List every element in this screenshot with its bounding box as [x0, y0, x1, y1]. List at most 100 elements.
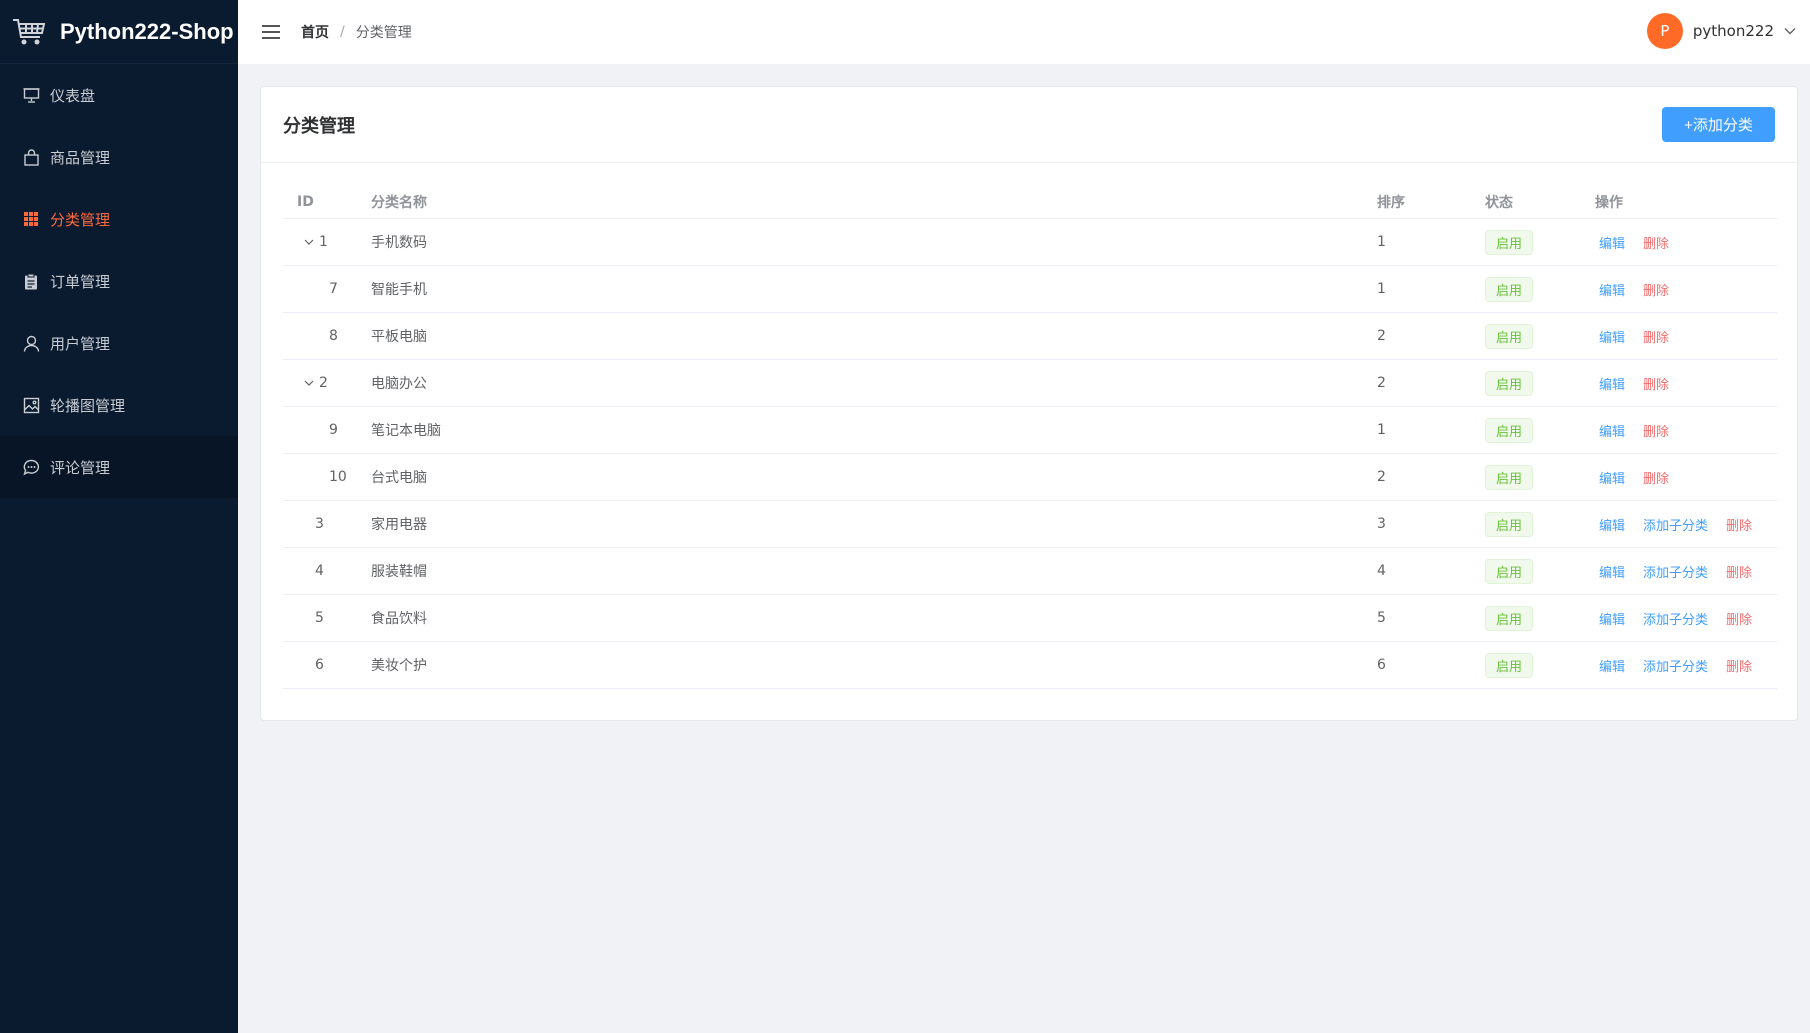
edit-button[interactable]: 编辑: [1599, 374, 1625, 393]
sidebar-item-orders[interactable]: 订单管理: [0, 250, 238, 312]
cell-id-value: 1: [319, 234, 328, 250]
status-badge: 启用: [1485, 229, 1533, 255]
add-child-button[interactable]: 添加子分类: [1643, 656, 1708, 675]
logo[interactable]: Python222-Shop: [0, 0, 238, 64]
add-child-button[interactable]: 添加子分类: [1643, 515, 1708, 534]
delete-button[interactable]: 删除: [1643, 468, 1669, 487]
edit-button[interactable]: 编辑: [1599, 327, 1625, 346]
chevron-down-icon[interactable]: [1784, 27, 1796, 35]
sidebar-item-categories[interactable]: 分类管理: [0, 188, 238, 250]
cell-actions: 编辑 删除: [1595, 454, 1687, 500]
cell-sort: 4: [1377, 563, 1386, 579]
table-body: 1 手机数码 1 启用 编辑 删除 7 智能手机 1 启用 编辑 删除 8 平板电脑 2 启用 编辑 删除 2 电脑办…: [283, 219, 1777, 689]
delete-button[interactable]: 删除: [1643, 233, 1669, 252]
sidebar: Python222-Shop 仪表盘 商品管理 分类管理 订单管理 用户管理 轮…: [0, 0, 238, 1033]
table-row: 9 笔记本电脑 1 启用 编辑 删除: [283, 407, 1777, 454]
table-row: 4 服装鞋帽 4 启用 编辑 添加子分类 删除: [283, 548, 1777, 595]
breadcrumb-separator: /: [340, 24, 345, 40]
cell-status: 启用: [1485, 642, 1533, 688]
chat-icon: [22, 458, 40, 476]
column-header-id: ID: [297, 193, 314, 210]
cell-id: 7: [297, 266, 367, 312]
status-badge: 启用: [1485, 464, 1533, 490]
delete-button[interactable]: 删除: [1643, 280, 1669, 299]
status-badge: 启用: [1485, 511, 1533, 537]
status-badge: 启用: [1485, 276, 1533, 302]
cell-id: 3: [297, 501, 367, 547]
sidebar-item-users[interactable]: 用户管理: [0, 312, 238, 374]
sidebar-item-comments[interactable]: 评论管理: [0, 436, 238, 498]
top-header: 首页 / 分类管理 P python222: [238, 0, 1810, 64]
expand-chevron-icon[interactable]: [302, 235, 316, 249]
delete-button[interactable]: 删除: [1643, 327, 1669, 346]
add-category-button[interactable]: +添加分类: [1662, 107, 1775, 142]
status-badge: 启用: [1485, 417, 1533, 443]
sidebar-item-dashboard[interactable]: 仪表盘: [0, 64, 238, 126]
column-header-sort: 排序: [1377, 194, 1405, 211]
edit-button[interactable]: 编辑: [1599, 656, 1625, 675]
card-header: 分类管理 +添加分类: [261, 87, 1797, 163]
shopping-cart-icon: [13, 18, 46, 44]
add-child-button[interactable]: 添加子分类: [1643, 562, 1708, 581]
delete-button[interactable]: 删除: [1726, 562, 1752, 581]
category-card: 分类管理 +添加分类 ID 分类名称 排序 状态 操作 1 手机数码 1 启用 编辑 删除…: [260, 86, 1798, 721]
cell-actions: 编辑 删除: [1595, 407, 1687, 453]
delete-button[interactable]: 删除: [1726, 656, 1752, 675]
sidebar-item-label: 轮播图管理: [50, 396, 126, 415]
status-badge: 启用: [1485, 605, 1533, 631]
cell-sort: 6: [1377, 657, 1386, 673]
delete-button[interactable]: 删除: [1643, 374, 1669, 393]
cell-id-value: 10: [329, 469, 347, 485]
sidebar-item-products[interactable]: 商品管理: [0, 126, 238, 188]
cell-id-value: 4: [315, 563, 324, 579]
cell-id: 9: [297, 407, 367, 453]
table-row: 7 智能手机 1 启用 编辑 删除: [283, 266, 1777, 313]
table-row: 2 电脑办公 2 启用 编辑 删除: [283, 360, 1777, 407]
edit-button[interactable]: 编辑: [1599, 609, 1625, 628]
cell-status: 启用: [1485, 454, 1533, 500]
cell-sort: 2: [1377, 375, 1386, 391]
breadcrumb-home[interactable]: 首页: [301, 22, 329, 42]
table-row: 5 食品饮料 5 启用 编辑 添加子分类 删除: [283, 595, 1777, 642]
edit-button[interactable]: 编辑: [1599, 233, 1625, 252]
avatar[interactable]: P: [1646, 13, 1683, 49]
cell-status: 启用: [1485, 266, 1533, 312]
clipboard-icon: [22, 272, 40, 290]
shopping-bag-icon: [22, 148, 40, 166]
cell-sort: 1: [1377, 422, 1386, 438]
grid-icon: [22, 210, 40, 228]
table-row: 10 台式电脑 2 启用 编辑 删除: [283, 454, 1777, 501]
delete-button[interactable]: 删除: [1643, 421, 1669, 440]
edit-button[interactable]: 编辑: [1599, 280, 1625, 299]
page-title: 分类管理: [283, 115, 355, 137]
cell-sort: 2: [1377, 328, 1386, 344]
menu-toggle-icon[interactable]: [262, 25, 280, 39]
cell-id: 1: [297, 219, 367, 265]
expand-chevron-icon[interactable]: [302, 376, 316, 390]
cell-name: 笔记本电脑: [371, 423, 441, 439]
cell-name: 美妆个护: [371, 658, 427, 674]
edit-button[interactable]: 编辑: [1599, 468, 1625, 487]
edit-button[interactable]: 编辑: [1599, 515, 1625, 534]
cell-sort: 3: [1377, 516, 1386, 532]
cell-id-value: 6: [315, 657, 324, 673]
cell-name: 食品饮料: [371, 611, 427, 627]
edit-button[interactable]: 编辑: [1599, 562, 1625, 581]
delete-button[interactable]: 删除: [1726, 515, 1752, 534]
cell-status: 启用: [1485, 501, 1533, 547]
user-menu[interactable]: P python222: [1646, 13, 1796, 49]
column-header-name: 分类名称: [371, 194, 427, 211]
delete-button[interactable]: 删除: [1726, 609, 1752, 628]
cell-sort: 5: [1377, 610, 1386, 626]
category-table: ID 分类名称 排序 状态 操作 1 手机数码 1 启用 编辑 删除 7 智能手机 1 启用 编辑删…: [283, 185, 1777, 689]
table-row: 6 美妆个护 6 启用 编辑 添加子分类 删除: [283, 642, 1777, 689]
sidebar-item-label: 用户管理: [50, 334, 111, 353]
username[interactable]: python222: [1693, 22, 1774, 40]
add-child-button[interactable]: 添加子分类: [1643, 609, 1708, 628]
sidebar-item-label: 仪表盘: [50, 86, 96, 105]
table-header-row: ID 分类名称 排序 状态 操作: [283, 185, 1777, 219]
cell-sort: 1: [1377, 281, 1386, 297]
cell-name: 服装鞋帽: [371, 564, 427, 580]
edit-button[interactable]: 编辑: [1599, 421, 1625, 440]
sidebar-item-banners[interactable]: 轮播图管理: [0, 374, 238, 436]
